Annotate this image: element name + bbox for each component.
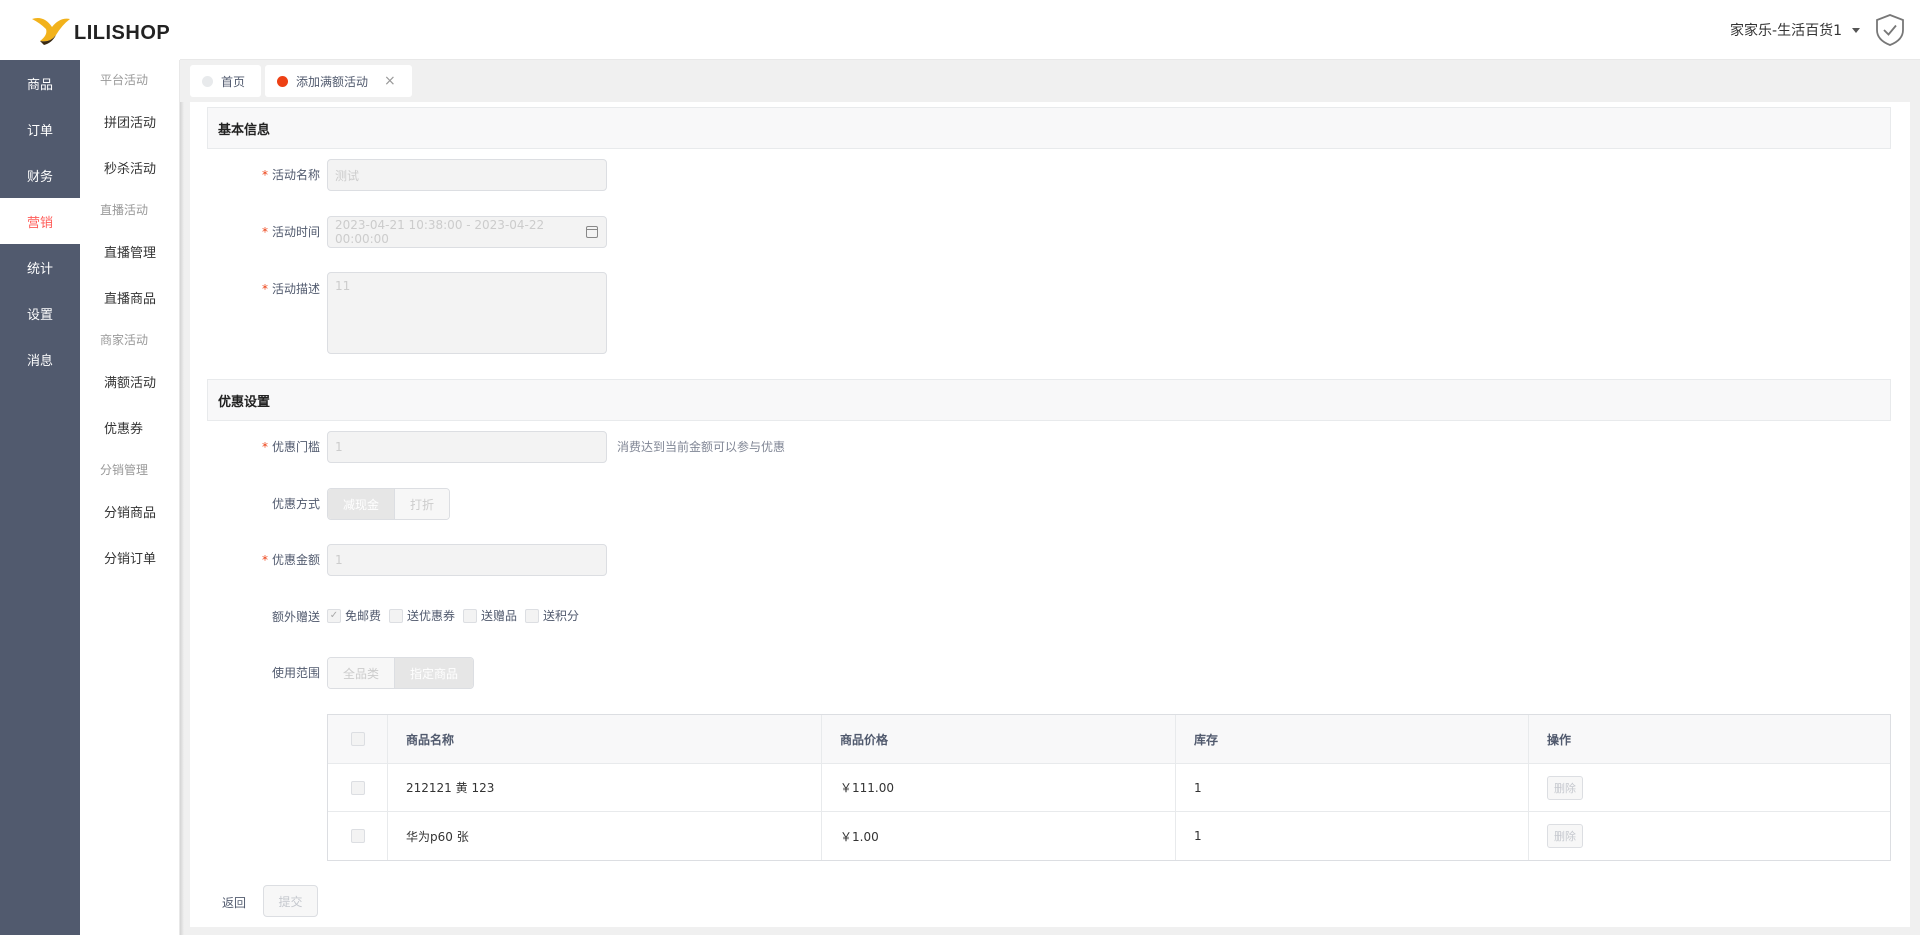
scope-label: 使用范围	[271, 666, 320, 680]
column-header: 库存	[1176, 715, 1529, 763]
checkbox-icon	[389, 608, 404, 623]
top-header: 家家乐-生活百货1	[180, 0, 1920, 60]
delete-button[interactable]: 删除	[1547, 775, 1583, 800]
nav-group-title: 直播活动	[100, 202, 149, 217]
send-gift-checkbox[interactable]: 送赠品	[463, 607, 517, 624]
threshold-input[interactable]: 1	[327, 431, 607, 463]
secondary-nav: 平台活动拼团活动 秒杀活动直播活动直播管理 直播商品商家活动满额活动 优惠券分销管理分…	[80, 60, 180, 935]
primary-nav-item[interactable]: 统计	[0, 244, 80, 290]
primary-nav-item[interactable]: 营销	[0, 198, 80, 244]
sidebar-item[interactable]: 拼团活动	[80, 98, 179, 144]
sidebar-item[interactable]: 优惠券	[80, 404, 179, 450]
method-cash-option[interactable]: 减现金	[328, 489, 395, 519]
tab-label: 添加满额活动	[296, 74, 369, 89]
nav-shadow	[180, 0, 184, 935]
calendar-icon	[586, 226, 598, 238]
submit-button[interactable]: 提交	[263, 885, 318, 917]
sidebar-item[interactable]: 分销订单	[80, 534, 179, 580]
row-select-cell	[328, 812, 388, 860]
delete-button[interactable]: 删除	[1547, 824, 1583, 848]
activity-desc-label: * 活动描述	[261, 282, 320, 296]
threshold-label: * 优惠门槛	[261, 440, 320, 454]
send-coupon-checkbox[interactable]: 送优惠券	[389, 607, 455, 624]
caret-down-icon	[1852, 27, 1860, 33]
table-row: 华为p60 张 ￥1.00 1 删除	[328, 812, 1890, 860]
free-shipping-checkbox[interactable]: ✓ 免邮费	[327, 607, 381, 624]
amount-label: * 优惠金额	[261, 553, 320, 567]
sidebar-item[interactable]: 满额活动	[80, 358, 179, 404]
tab-label: 首页	[221, 74, 246, 89]
section-basic-info: 基本信息	[207, 107, 1891, 149]
goods-stock-cell: 1	[1176, 764, 1529, 811]
brand-name: LILISHOP	[74, 21, 171, 44]
checkbox-icon[interactable]	[350, 829, 365, 843]
goods-table: 商品名称 商品价格 库存 操作 212121 黄 123 ￥111.00 1 删…	[327, 714, 1891, 861]
bird-logo-icon	[32, 18, 70, 45]
store-switcher[interactable]: 家家乐-生活百货1	[1730, 20, 1860, 40]
checkbox-icon	[463, 608, 478, 623]
store-name: 家家乐-生活百货1	[1730, 23, 1842, 39]
activity-time-range[interactable]: 2023-04-21 10:38:00 - 2023-04-22 00:00:0…	[327, 216, 607, 248]
checkbox-icon	[525, 608, 540, 623]
row-select-cell	[328, 764, 388, 811]
send-points-checkbox[interactable]: 送积分	[525, 607, 579, 624]
goods-stock-cell: 1	[1176, 812, 1529, 860]
goods-price-cell: ￥1.00	[822, 812, 1176, 860]
table-row: 212121 黄 123 ￥111.00 1 删除	[328, 764, 1890, 812]
column-header: 商品名称	[388, 715, 822, 763]
method-discount-option[interactable]: 打折	[394, 489, 450, 519]
column-header: 操作	[1547, 732, 1572, 747]
amount-input[interactable]: 1	[327, 544, 607, 576]
sidebar-item[interactable]: 秒杀活动	[80, 144, 179, 190]
nav-group-title: 分销管理	[100, 462, 149, 477]
action-cell: 删除	[1529, 812, 1890, 860]
goods-name-cell: 华为p60 张	[388, 812, 822, 860]
sidebar-item[interactable]: 直播商品	[80, 274, 179, 320]
method-radio-group: 减现金 打折	[327, 488, 451, 520]
primary-nav-item[interactable]: 订单	[0, 106, 80, 152]
select-all-cell	[328, 715, 388, 763]
activity-name-input[interactable]: 测试	[327, 159, 607, 191]
extra-gift-label: 额外赠送	[271, 610, 320, 624]
activity-name-label: * 活动名称	[261, 168, 320, 182]
nav-group-title: 商家活动	[100, 332, 149, 347]
goods-price-cell: ￥111.00	[822, 764, 1176, 811]
checkbox-checked-icon: ✓	[327, 608, 341, 623]
primary-nav-item[interactable]: 消息	[0, 336, 80, 382]
primary-nav-item[interactable]: 设置	[0, 290, 80, 336]
tab-bar: 首页 添加满额活动 ×	[180, 60, 1920, 102]
column-header: 商品价格	[822, 715, 1176, 763]
method-label: 优惠方式	[271, 497, 320, 511]
scope-radio-group: 全品类 指定商品	[327, 657, 475, 689]
action-cell: 删除	[1529, 764, 1890, 811]
primary-nav: 商品 订单 财务 营销 统计 设置 消息	[0, 60, 80, 935]
tab-dot-icon	[277, 75, 289, 87]
primary-nav-item[interactable]: 商品	[0, 60, 80, 106]
close-icon[interactable]: ×	[384, 73, 396, 89]
sidebar-item[interactable]: 分销商品	[80, 488, 179, 534]
threshold-hint: 消费达到当前金额可以参与优惠	[617, 440, 786, 454]
nav-group-title: 平台活动	[100, 72, 149, 87]
sidebar-item[interactable]: 直播管理	[80, 228, 179, 274]
checkbox-icon[interactable]	[350, 732, 365, 746]
primary-nav-item[interactable]: 财务	[0, 152, 80, 198]
tab-add-full-reduction[interactable]: 添加满额活动 ×	[265, 65, 412, 97]
tab-home[interactable]: 首页	[190, 65, 262, 97]
activity-time-label: * 活动时间	[261, 225, 320, 239]
scope-all-option[interactable]: 全品类	[328, 658, 395, 688]
shield-check-icon[interactable]	[1874, 13, 1906, 47]
scope-specified-option[interactable]: 指定商品	[394, 658, 474, 688]
form-panel: 基本信息 * 活动名称 测试 * 活动时间 2023-04-21 10:38:00 …	[190, 102, 1910, 927]
logo[interactable]: LILISHOP	[0, 0, 180, 60]
extra-gift-checkboxes: ✓ 免邮费 送优惠券 送赠品 送积分	[327, 607, 579, 624]
table-header-row: 商品名称 商品价格 库存 操作	[328, 715, 1890, 764]
goods-name-cell: 212121 黄 123	[388, 764, 822, 811]
activity-desc-textarea[interactable]: 11	[327, 272, 607, 354]
section-discount: 优惠设置	[207, 379, 1891, 421]
tab-dot-icon	[202, 75, 213, 87]
checkbox-icon[interactable]	[350, 780, 365, 795]
back-link[interactable]: 返回	[222, 894, 246, 911]
